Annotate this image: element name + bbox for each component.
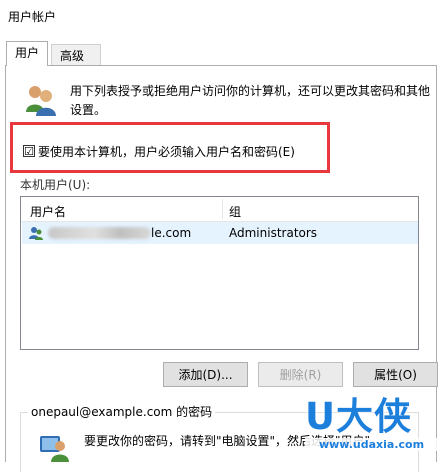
- password-user-icon: [40, 436, 69, 462]
- table-row[interactable]: le.com Administrators: [22, 222, 418, 244]
- users-list-label: 本机用户(U):: [20, 178, 91, 192]
- username-cell: le.com: [151, 226, 192, 240]
- require-login-label[interactable]: 要使用本计算机，用户必须输入用户名和密码(E): [38, 143, 295, 160]
- users-list-header: 用户名 组: [21, 197, 418, 222]
- users-icon: [26, 86, 56, 116]
- description-text: 用下列表授予或拒绝用户访问你的计算机，还可以更改其密码和其他设置。: [70, 84, 431, 117]
- tab-users-label: 用户: [15, 46, 40, 60]
- watermark-url: www.udaxia.com: [305, 438, 438, 451]
- password-section-title: onepaul@example.com 的密码: [28, 403, 216, 420]
- tab-users[interactable]: 用户: [6, 41, 48, 66]
- column-username[interactable]: 用户名: [30, 203, 66, 220]
- redacted-username: [48, 227, 151, 239]
- tab-advanced-label: 高级: [60, 49, 85, 63]
- column-divider[interactable]: [222, 199, 223, 219]
- tab-advanced[interactable]: 高级: [51, 44, 101, 65]
- require-login-row[interactable]: ☑ 要使用本计算机，用户必须输入用户名和密码(E): [23, 142, 295, 160]
- require-login-checkbox[interactable]: ☑: [23, 145, 35, 157]
- user-icon: [29, 227, 43, 240]
- column-group[interactable]: 组: [229, 203, 241, 220]
- watermark-logo-text: U大侠: [305, 395, 413, 438]
- title-bar: 用户帐户: [0, 0, 443, 30]
- users-list[interactable]: 用户名 组 le.com Administrators: [20, 196, 419, 350]
- checkmark-icon: ☑: [24, 144, 34, 158]
- udaxia-watermark: U大侠 www.udaxia.com: [305, 396, 438, 458]
- window-title: 用户帐户: [8, 10, 57, 24]
- add-user-button[interactable]: 添加(D)...: [163, 362, 248, 387]
- remove-user-button[interactable]: 删除(R): [258, 362, 343, 387]
- properties-button[interactable]: 属性(O): [353, 362, 438, 387]
- group-cell: Administrators: [229, 226, 318, 240]
